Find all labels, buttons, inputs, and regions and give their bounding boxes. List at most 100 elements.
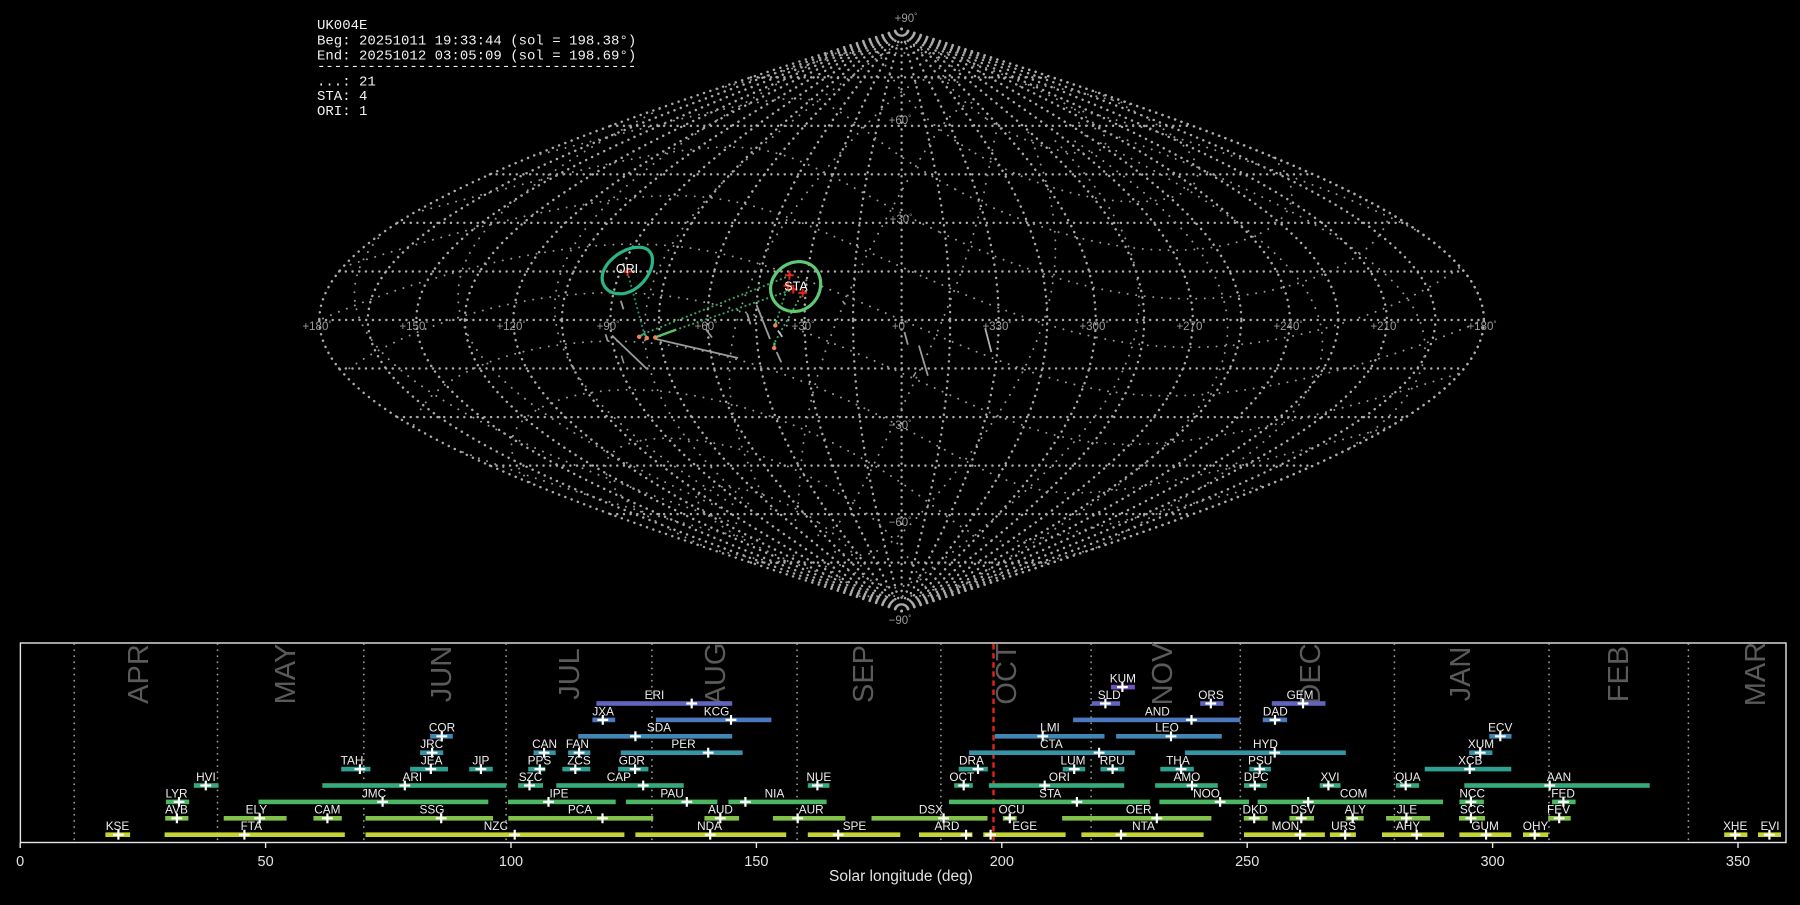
svg-text:NZC: NZC	[484, 819, 509, 833]
svg-text:ALY: ALY	[1345, 803, 1367, 817]
svg-text:MON: MON	[1272, 819, 1300, 833]
svg-text:FED: FED	[1551, 786, 1575, 800]
svg-text:OHY: OHY	[1523, 819, 1549, 833]
svg-text:STA: STA	[1039, 786, 1061, 800]
svg-text:NDA: NDA	[697, 819, 722, 833]
svg-text:LMI: LMI	[1040, 721, 1060, 735]
svg-text:ORI: 1: ORI: 1	[317, 104, 367, 120]
svg-text:AUR: AUR	[799, 803, 824, 817]
svg-text:250: 250	[1235, 854, 1259, 870]
svg-text:QUA: QUA	[1395, 770, 1421, 784]
svg-text:OCU: OCU	[998, 803, 1024, 817]
svg-text:DAD: DAD	[1263, 704, 1288, 718]
svg-text:−30°: −30°	[889, 419, 912, 433]
svg-text:AUD: AUD	[708, 803, 733, 817]
svg-text:FEV: FEV	[1547, 803, 1570, 817]
svg-text:THA: THA	[1166, 754, 1190, 768]
svg-text:KSE: KSE	[106, 819, 130, 833]
svg-text:150: 150	[744, 854, 768, 870]
svg-text:+30°: +30°	[890, 213, 913, 227]
svg-text:NOO: NOO	[1193, 786, 1220, 800]
svg-text:URS: URS	[1331, 819, 1356, 833]
svg-text:ORI: ORI	[616, 262, 638, 276]
svg-text:...: 21: ...: 21	[317, 75, 376, 91]
svg-text:OCT: OCT	[949, 770, 974, 784]
svg-text:50: 50	[258, 854, 274, 870]
svg-text:JRC: JRC	[420, 737, 443, 751]
svg-text:AND: AND	[1145, 704, 1170, 718]
svg-text:AVB: AVB	[165, 803, 188, 817]
svg-text:STA: 4: STA: 4	[317, 89, 367, 105]
svg-text:LYR: LYR	[165, 786, 187, 800]
svg-text:SZC: SZC	[519, 770, 543, 784]
svg-text:−60°: −60°	[889, 516, 912, 530]
svg-text:IPE: IPE	[549, 786, 568, 800]
svg-text:GDR: GDR	[619, 754, 645, 768]
svg-text:SLD: SLD	[1098, 688, 1121, 702]
svg-text:XCB: XCB	[1458, 754, 1482, 768]
svg-text:SEP: SEP	[848, 645, 880, 703]
svg-text:NIA: NIA	[765, 786, 785, 800]
svg-text:SDA: SDA	[647, 721, 671, 735]
svg-text:−90°: −90°	[889, 614, 912, 628]
svg-text:FAN: FAN	[566, 737, 589, 751]
svg-text:PPS: PPS	[528, 754, 552, 768]
svg-text:COM: COM	[1340, 786, 1368, 800]
svg-text:EVI: EVI	[1760, 819, 1779, 833]
svg-text:LEO: LEO	[1155, 721, 1179, 735]
svg-text:DSX: DSX	[919, 803, 943, 817]
svg-text:AUG: AUG	[700, 643, 732, 706]
svg-text:+210°: +210°	[1370, 320, 1399, 334]
svg-text:+240°: +240°	[1273, 320, 1302, 334]
svg-text:HVI: HVI	[196, 770, 216, 784]
svg-text:200: 200	[990, 854, 1014, 870]
svg-text:SCC: SCC	[1460, 803, 1485, 817]
svg-text:0: 0	[16, 854, 24, 870]
svg-text:XVI: XVI	[1320, 770, 1339, 784]
svg-text:SPE: SPE	[843, 819, 867, 833]
svg-text:MAR: MAR	[1740, 642, 1772, 706]
svg-text:CAM: CAM	[314, 803, 340, 817]
svg-text:FTA: FTA	[241, 819, 263, 833]
svg-text:JAN: JAN	[1445, 647, 1477, 702]
svg-text:AHY: AHY	[1396, 819, 1420, 833]
svg-text:GEM: GEM	[1287, 688, 1314, 702]
svg-text:CAP: CAP	[607, 770, 631, 784]
svg-text:+60°: +60°	[889, 114, 912, 128]
svg-text:COR: COR	[429, 721, 455, 735]
svg-text:JUL: JUL	[554, 648, 586, 700]
svg-text:FEB: FEB	[1603, 646, 1635, 702]
svg-text:UK004E: UK004E	[317, 18, 367, 34]
svg-text:PSU: PSU	[1248, 754, 1272, 768]
svg-text:+270°: +270°	[1176, 320, 1205, 334]
svg-text:PCA: PCA	[568, 803, 592, 817]
svg-text:JMC: JMC	[362, 786, 387, 800]
svg-text:+30°: +30°	[792, 320, 815, 334]
svg-text:PAU: PAU	[660, 786, 683, 800]
svg-text:ZCS: ZCS	[567, 754, 591, 768]
svg-text:ORI: ORI	[1049, 770, 1070, 784]
svg-text:DSV: DSV	[1291, 803, 1315, 817]
svg-text:LUM: LUM	[1061, 754, 1086, 768]
svg-text:JIP: JIP	[472, 754, 489, 768]
svg-text:JUN: JUN	[426, 646, 458, 702]
svg-text:RPU: RPU	[1100, 754, 1125, 768]
svg-text:GUM: GUM	[1471, 819, 1499, 833]
svg-text:CAN: CAN	[532, 737, 557, 751]
svg-text:APR: APR	[123, 644, 155, 704]
svg-text:DKD: DKD	[1243, 803, 1268, 817]
svg-text:SSG: SSG	[420, 803, 445, 817]
svg-text:XUM: XUM	[1468, 737, 1494, 751]
svg-text:+120°: +120°	[496, 320, 525, 334]
svg-text:JLE: JLE	[1397, 803, 1417, 817]
svg-text:KUM: KUM	[1110, 672, 1136, 686]
svg-text:ARD: ARD	[935, 819, 960, 833]
svg-text:OER: OER	[1126, 803, 1152, 817]
svg-text:EGE: EGE	[1012, 819, 1037, 833]
svg-text:NCC: NCC	[1459, 786, 1485, 800]
svg-text:350: 350	[1726, 854, 1750, 870]
svg-text:NOV: NOV	[1147, 642, 1179, 706]
svg-text:+90°: +90°	[895, 12, 918, 26]
svg-text:JEA: JEA	[421, 754, 443, 768]
svg-text:STA: STA	[784, 280, 808, 294]
